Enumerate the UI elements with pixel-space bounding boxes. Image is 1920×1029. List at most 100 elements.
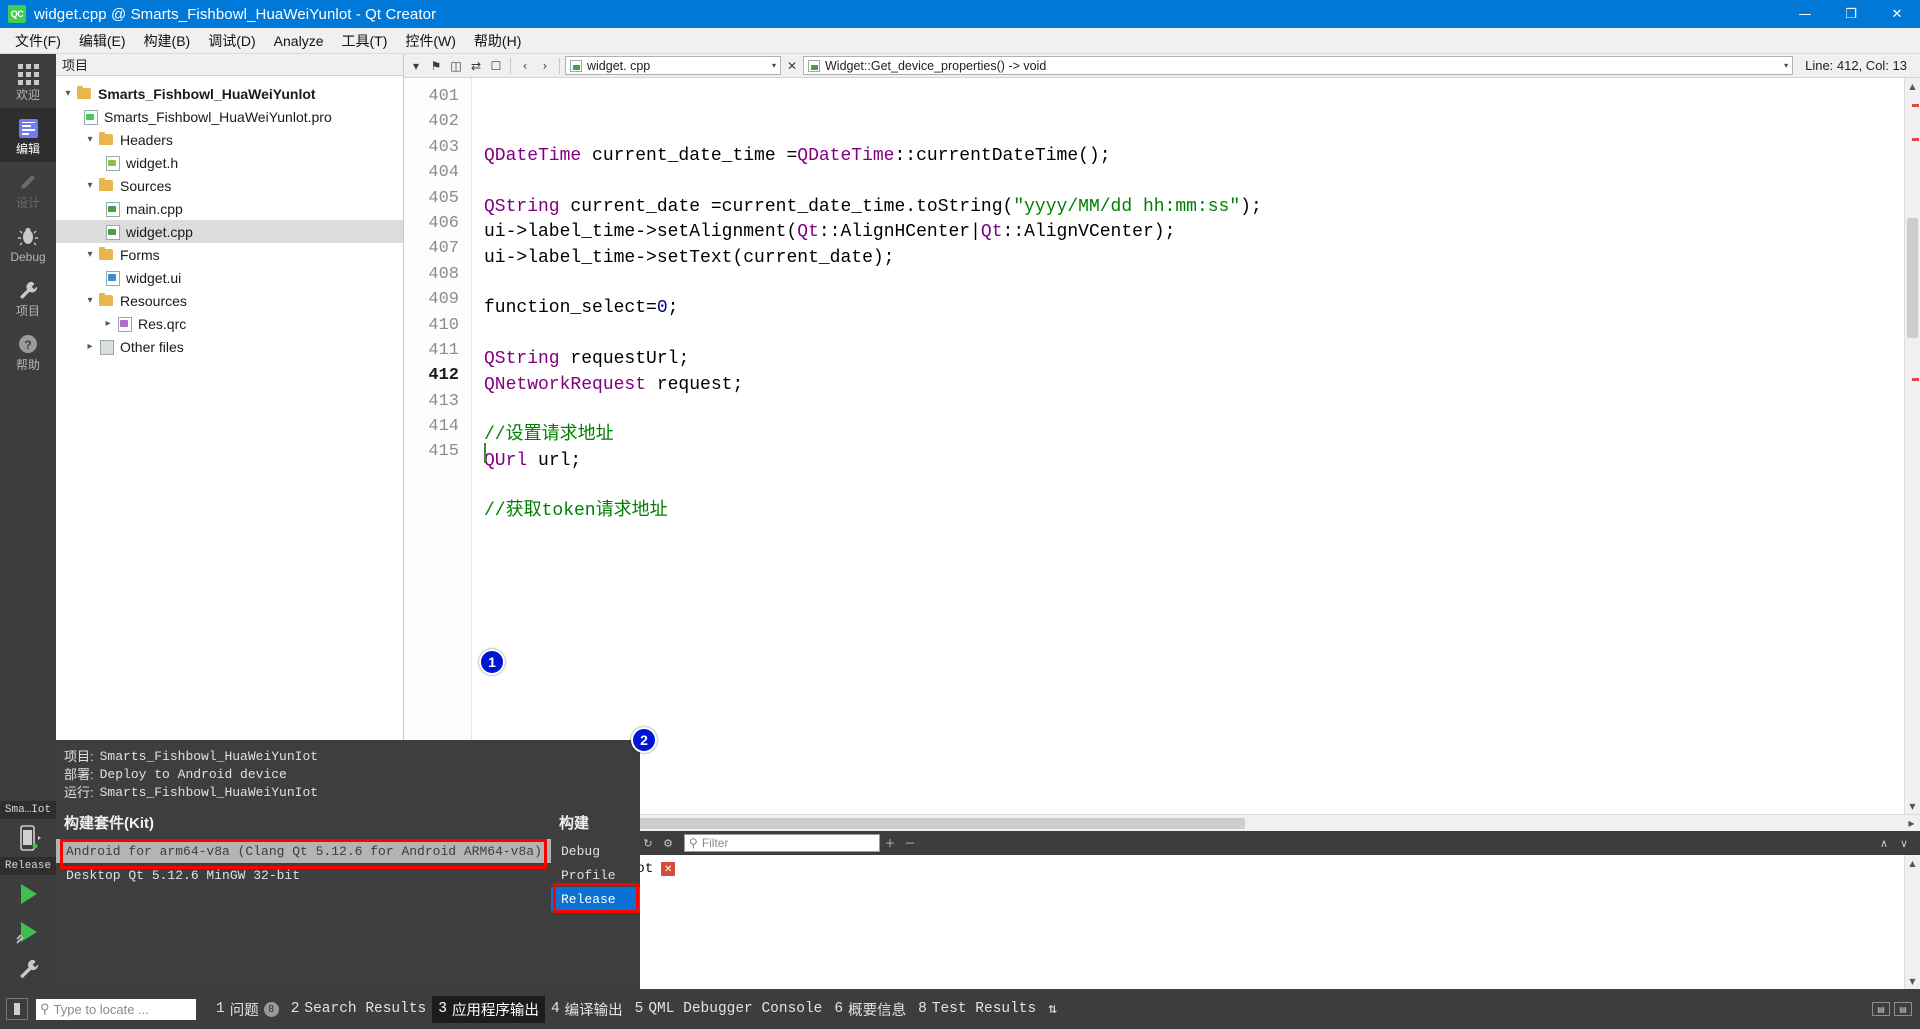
statusbar-tab-scroll-icon[interactable]: ⇅ [1042,998,1063,1021]
mode-welcome[interactable]: 欢迎 [0,54,56,108]
code-line[interactable]: //设置请求地址 [472,423,1904,448]
output-pane-toggle-right-icon[interactable]: ▤ [1894,1002,1912,1016]
statusbar-tab-app-output[interactable]: 3 应用程序输出 [432,995,545,1023]
close-document-button[interactable]: ✕ [783,56,801,76]
mode-projects[interactable]: 项目 [0,270,56,324]
tree-item-sources[interactable]: ▾ Sources [56,174,403,197]
code-line[interactable]: QString current_date =current_date_time.… [472,195,1904,220]
kit-item-android[interactable]: Android for arm64-v8a (Clang Qt 5.12.6 f… [56,839,551,863]
tree-item-resources[interactable]: ▾ Resources [56,289,403,312]
code-line[interactable]: //获取token请求地址 [472,499,1904,524]
symbol-combo[interactable]: Widget::Get_device_properties() -> void … [803,56,1794,75]
output-vertical-scrollbar[interactable]: ▲ ▼ [1904,855,1920,989]
code-line[interactable]: QString requestUrl; [472,347,1904,372]
code-line[interactable] [472,322,1904,347]
statusbar-tab-qml-console[interactable]: 5 QML Debugger Console [629,998,829,1020]
chevron-down-icon[interactable]: ▾ [82,249,98,260]
scroll-up-icon[interactable]: ▲ [1905,855,1920,871]
code-line[interactable]: ui->label_time->setText(current_date); [472,246,1904,271]
scrollbar-thumb[interactable] [1907,218,1918,338]
statusbar-tab-test-results[interactable]: 8 Test Results [912,998,1042,1020]
split-horizontal-icon[interactable]: ◫ [447,56,465,76]
code-line[interactable] [472,169,1904,194]
build-button[interactable] [0,951,56,989]
settings-gear-icon[interactable]: ⚙ [658,833,678,853]
close-pane-icon[interactable]: ∨ [1894,833,1914,853]
mode-design[interactable]: 设计 [0,162,56,216]
split-dropdown-icon[interactable]: ▾ [407,56,425,76]
menu-debug[interactable]: 调试(D) [199,28,264,54]
zoom-in-icon[interactable]: ＋ [880,833,900,853]
chevron-down-icon[interactable]: ▾ [82,180,98,191]
run-config-label[interactable]: Release [0,857,56,875]
build-item-debug[interactable]: Debug [551,839,640,863]
code-line[interactable]: QUrl url; [472,449,1904,474]
tree-item-headers[interactable]: ▾ Headers [56,128,403,151]
minimize-button[interactable]: — [1782,0,1828,28]
menu-tools[interactable]: 工具(T) [332,28,396,54]
scroll-down-icon[interactable]: ▼ [1905,798,1920,814]
code-line[interactable] [472,271,1904,296]
code-line[interactable]: ui->label_time->setAlignment(Qt::AlignHC… [472,220,1904,245]
navigate-forward-button[interactable]: › [536,56,554,76]
menu-analyze[interactable]: Analyze [265,30,333,52]
chevron-down-icon[interactable]: ▾ [82,134,98,145]
output-filter-input[interactable]: ⚲ Filter [684,834,881,852]
code-line[interactable]: function_select=0; [472,296,1904,321]
chevron-down-icon[interactable]: ▾ [82,295,98,306]
mode-help[interactable]: ? 帮助 [0,324,56,378]
maximize-button[interactable]: ❐ [1828,0,1874,28]
tree-item-project-root[interactable]: ▾ Smarts_Fishbowl_HuaWeiYunlot [56,82,403,105]
menu-file[interactable]: 文件(F) [6,28,70,54]
build-item-profile[interactable]: Profile [551,863,640,887]
tree-item-other-files[interactable]: ▸ Other files [56,335,403,358]
reload-icon[interactable]: ↻ [638,833,658,853]
chevron-down-icon[interactable]: ▾ [772,61,776,70]
hscroll-track[interactable] [421,817,1903,829]
zoom-out-icon[interactable]: － [900,833,920,853]
kit-summary-label[interactable]: Sma…Iot [0,801,56,819]
menu-widgets[interactable]: 控件(W) [396,28,465,54]
kit-item-desktop[interactable]: Desktop Qt 5.12.6 MinGW 32-bit [56,863,551,887]
tree-item-widget-ui[interactable]: widget.ui [56,266,403,289]
code-line[interactable]: QNetworkRequest request; [472,373,1904,398]
layout-icon[interactable]: ☐ [487,56,505,76]
run-button[interactable] [0,875,56,913]
statusbar-tab-general-messages[interactable]: 6 概要信息 [828,996,912,1023]
link-icon[interactable]: ⇄ [467,56,485,76]
build-item-release[interactable]: Release [551,887,640,911]
scroll-down-icon[interactable]: ▼ [1905,973,1920,989]
statusbar-tab-search-results[interactable]: 2 Search Results [285,998,433,1020]
chevron-right-icon[interactable]: ▸ [82,341,98,352]
code-text[interactable]: QDateTime current_date_time =QDateTime::… [472,78,1904,814]
code-line[interactable]: QDateTime current_date_time =QDateTime::… [472,144,1904,169]
mode-debug[interactable]: Debug [0,216,56,270]
toggle-sidebar-button[interactable] [6,998,28,1020]
kit-selector-popup[interactable]: 项目: Smarts_Fishbowl_HuaWeiYunIot 部署: Dep… [56,740,640,989]
tree-item-main-cpp[interactable]: main.cpp [56,197,403,220]
tree-item-widget-cpp[interactable]: widget.cpp [56,220,403,243]
code-line[interactable] [472,474,1904,499]
scroll-right-icon[interactable]: ▶ [1903,819,1920,828]
statusbar-tab-issues[interactable]: 1 问题 8 [210,996,285,1023]
debug-button[interactable] [0,913,56,951]
tree-item-res-qrc[interactable]: ▸ Res.qrc [56,312,403,335]
navigate-back-button[interactable]: ‹ [516,56,534,76]
maximize-pane-icon[interactable]: ∧ [1874,833,1894,853]
statusbar-tab-compile-output[interactable]: 4 编译输出 [545,996,629,1023]
stop-run-icon[interactable]: ✕ [661,862,676,876]
menu-edit[interactable]: 编辑(E) [70,28,135,54]
chevron-down-icon[interactable]: ▾ [1784,61,1788,70]
chevron-right-icon[interactable]: ▸ [100,318,116,329]
open-file-combo[interactable]: widget. cpp ▾ [565,56,781,75]
target-selector-button[interactable] [0,819,56,857]
tree-item-widget-h[interactable]: widget.h [56,151,403,174]
tree-item-pro-file[interactable]: Smarts_Fishbowl_HuaWeiYunlot.pro [56,105,403,128]
editor-vertical-scrollbar[interactable]: ▲ ▼ [1904,78,1920,814]
chevron-down-icon[interactable]: ▾ [60,88,76,99]
locator-input[interactable]: ⚲ Type to locate ... [36,998,196,1020]
bookmark-icon[interactable]: ⚑ [427,56,445,76]
menu-help[interactable]: 帮助(H) [465,28,530,54]
scroll-up-icon[interactable]: ▲ [1905,78,1920,94]
close-button[interactable]: ✕ [1874,0,1920,28]
